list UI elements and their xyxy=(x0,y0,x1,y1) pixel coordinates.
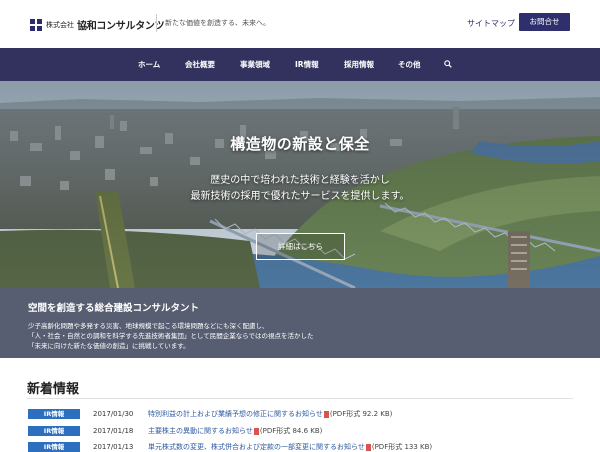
news-link-text[interactable]: 単元株式数の変更、株式併合および定款の一部変更に関するお知らせ xyxy=(148,443,365,451)
news-link[interactable]: 単元株式数の変更、株式併合および定款の一部変更に関するお知らせ (PDF形式 13… xyxy=(148,442,432,452)
contact-button[interactable]: お問合せ xyxy=(519,13,570,31)
news-item: IR情報 2017/01/30 特別利益の計上および業績予想の修正に関するお知ら… xyxy=(0,409,600,420)
site-header: 株式会社 協和コンサルタンツ 新たな価値を創造する、未来へ。 サイトマップ お問… xyxy=(0,0,600,48)
news-category-badge[interactable]: IR情報 xyxy=(28,442,80,452)
nav-item-ir[interactable]: IR情報 xyxy=(295,48,319,81)
intro-line-3: 「未来に向けた新たな価値の創造」に挑戦しています。 xyxy=(28,342,190,350)
header-divider xyxy=(156,14,157,32)
news-category-badge[interactable]: IR情報 xyxy=(28,426,80,436)
news-file-info: (PDF形式 133 KB) xyxy=(371,443,433,451)
news-category-badge[interactable]: IR情報 xyxy=(28,409,80,419)
hero-title: 構造物の新設と保全 xyxy=(230,135,370,153)
news-link[interactable]: 主要株主の異動に関するお知らせ (PDF形式 84.6 KB) xyxy=(148,426,322,436)
news-section-title: 新着情報 xyxy=(27,382,80,397)
logo-company-name: 協和コンサルタンツ xyxy=(77,21,165,32)
nav-item-other[interactable]: その他 xyxy=(398,48,421,81)
pdf-icon xyxy=(323,410,329,418)
hero-banner: 構造物の新設と保全 歴史の中で培われた技術と経験を活かし 最新技術の採用で優れた… xyxy=(0,81,600,288)
intro-band: 空間を創造する総合建設コンサルタント 少子高齢化問題や多発する災害、地球規模で起… xyxy=(0,288,600,358)
pdf-icon xyxy=(365,443,371,451)
news-file-info: (PDF形式 92.2 KB) xyxy=(329,410,393,418)
news-file-info: (PDF形式 84.6 KB) xyxy=(259,427,323,435)
news-item: IR情報 2017/01/13 単元株式数の変更、株式併合および定款の一部変更に… xyxy=(0,442,600,452)
nav-item-business[interactable]: 事業領域 xyxy=(240,48,270,81)
search-icon[interactable] xyxy=(444,60,452,68)
pdf-icon xyxy=(253,427,259,435)
intro-line-2: 「人・社会・自然との調和を科学する先進技術者集団」として民間企業ならではの視点を… xyxy=(28,332,314,340)
intro-title: 空間を創造する総合建設コンサルタント xyxy=(28,303,200,314)
intro-line-1: 少子高齢化問題や多発する災害、地球規模で起こる環境問題などにも深く配慮し、 xyxy=(28,322,269,330)
nav-item-home[interactable]: ホーム xyxy=(138,48,160,81)
main-nav: ホーム 会社概要 事業領域 IR情報 採用情報 その他 xyxy=(0,48,600,81)
nav-item-company[interactable]: 会社概要 xyxy=(185,48,215,81)
news-item: IR情報 2017/01/18 主要株主の異動に関するお知らせ (PDF形式 84… xyxy=(0,426,600,437)
nav-item-recruit[interactable]: 採用情報 xyxy=(344,48,374,81)
hero-text-line-1: 歴史の中で培われた技術と経験を活かし xyxy=(210,175,390,186)
news-date: 2017/01/18 xyxy=(93,427,134,435)
logo-mark-icon xyxy=(30,18,42,31)
news-divider xyxy=(27,398,573,399)
news-date: 2017/01/30 xyxy=(93,410,134,418)
header-tagline: 新たな価値を創造する、未来へ。 xyxy=(165,19,270,27)
hero-text-line-2: 最新技術の採用で優れたサービスを提供します。 xyxy=(190,191,410,202)
news-date: 2017/01/13 xyxy=(93,443,134,451)
hero-details-button[interactable]: 詳細はこちら xyxy=(256,233,345,260)
logo-company-type: 株式会社 xyxy=(46,20,74,29)
company-logo[interactable]: 株式会社 協和コンサルタンツ xyxy=(30,17,165,32)
news-link-text[interactable]: 主要株主の異動に関するお知らせ xyxy=(148,427,253,435)
news-link-text[interactable]: 特別利益の計上および業績予想の修正に関するお知らせ xyxy=(148,410,323,418)
news-link[interactable]: 特別利益の計上および業績予想の修正に関するお知らせ (PDF形式 92.2 KB) xyxy=(148,409,392,419)
sitemap-link[interactable]: サイトマップ xyxy=(467,18,515,29)
